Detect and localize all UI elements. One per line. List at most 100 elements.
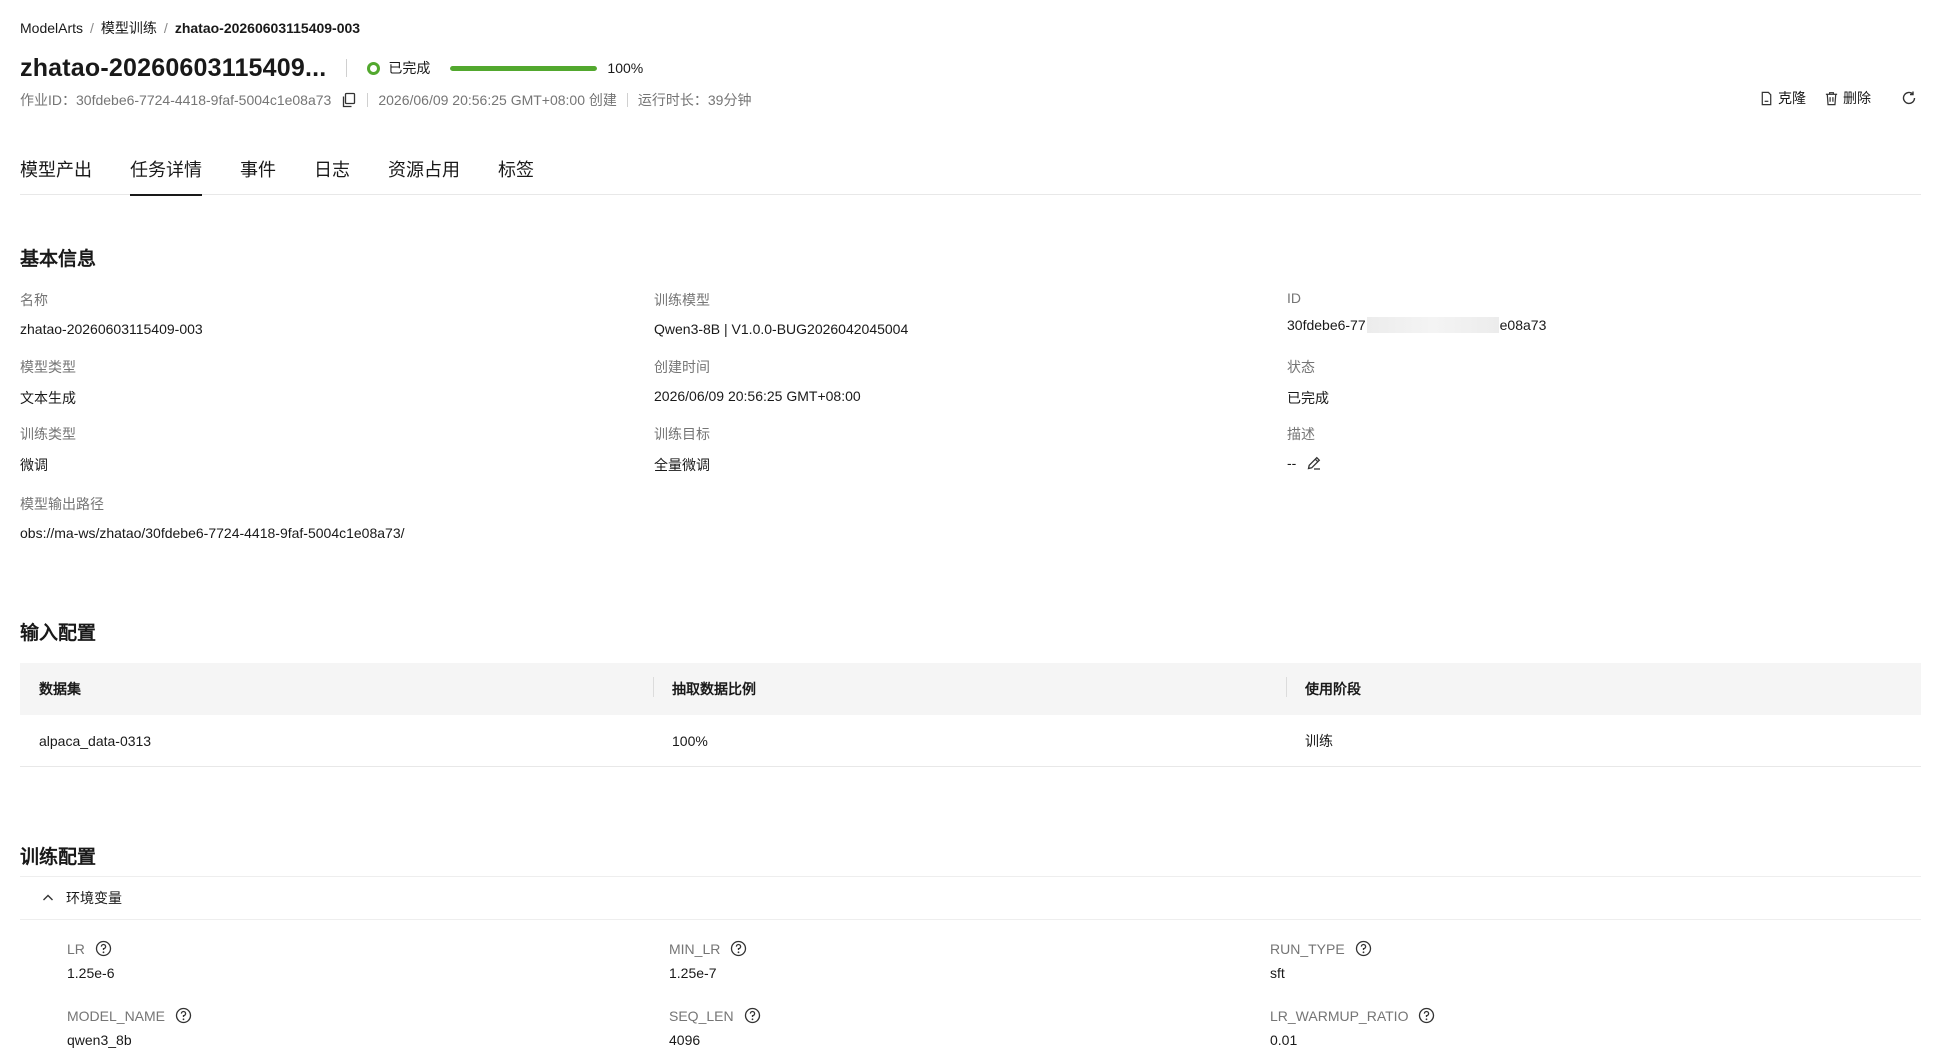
info-label: ID <box>1287 290 1301 306</box>
column-header-sample-ratio: 抽取数据比例 <box>653 677 1286 699</box>
info-item-train-type: 训练类型 微调 <box>20 424 620 475</box>
breadcrumb-separator: / <box>90 20 94 36</box>
header-actions: 克隆 删除 <box>1741 88 1921 108</box>
refresh-icon <box>1902 91 1916 105</box>
info-item-status: 状态 已完成 <box>1287 357 1887 408</box>
env-value: 1.25e-7 <box>669 965 717 981</box>
breadcrumb-separator: / <box>163 20 168 36</box>
description-text: -- <box>1287 455 1297 471</box>
env-label: MIN_LR <box>669 940 747 957</box>
info-value: Qwen3-8B | V1.0.0-BUG2026042045004 <box>654 321 909 337</box>
table-cell-sample-ratio: 100% <box>672 732 708 749</box>
help-icon[interactable] <box>1355 940 1372 957</box>
table-cell-dataset: alpaca_data-0313 <box>39 732 152 749</box>
env-var-min-lr: MIN_LR 1.25e-7 <box>669 940 747 981</box>
info-value-id: 30fdebe6-77 e08a73 <box>1287 317 1887 333</box>
status-indicator: 已完成 <box>367 58 430 78</box>
refresh-button[interactable] <box>1901 90 1921 106</box>
info-item-model-type: 模型类型 文本生成 <box>20 357 620 408</box>
env-label: RUN_TYPE <box>1270 940 1372 957</box>
meta-divider <box>626 93 628 107</box>
help-icon[interactable] <box>730 940 747 957</box>
env-var-seq-len: SEQ_LEN 4096 <box>669 1007 761 1048</box>
info-item-output-path: 模型输出路径 obs://ma-ws/zhatao/30fdebe6-7724-… <box>20 494 920 541</box>
env-label: LR <box>67 940 114 957</box>
info-label: 模型类型 <box>20 359 76 375</box>
env-value: 4096 <box>669 1032 701 1048</box>
input-config-title: 输入配置 <box>20 623 97 644</box>
column-header-stage: 使用阶段 <box>1286 677 1919 699</box>
job-meta: 作业ID：30fdebe6-7724-4418-9faf-5004c1e08a7… <box>20 90 751 110</box>
env-label-text: LR <box>67 940 85 957</box>
progress-bar <box>450 65 598 71</box>
help-icon[interactable] <box>95 940 112 957</box>
info-label: 状态 <box>1287 359 1315 375</box>
clone-label: 克隆 <box>1778 90 1806 106</box>
env-var-run-type: RUN_TYPE sft <box>1270 940 1372 981</box>
env-vars-collapse-toggle[interactable]: 环境变量 <box>20 876 1921 920</box>
breadcrumb: ModelArts / 模型训练 / zhatao-20260603115409… <box>20 18 360 38</box>
id-suffix: e08a73 <box>1499 317 1547 333</box>
column-header-dataset: 数据集 <box>39 681 81 697</box>
info-value: 已完成 <box>1287 390 1329 406</box>
info-item-name: 名称 zhatao-20260603115409-003 <box>20 290 620 337</box>
tab-logs[interactable]: 日志 <box>314 152 350 195</box>
progress-bar-fill <box>450 65 598 71</box>
info-label: 训练类型 <box>20 426 76 442</box>
info-value: zhatao-20260603115409-003 <box>20 321 203 337</box>
id-prefix: 30fdebe6-77 <box>1287 317 1366 333</box>
job-id-text: 作业ID：30fdebe6-7724-4418-9faf-5004c1e08a7… <box>20 92 332 108</box>
edit-icon[interactable] <box>1306 455 1322 471</box>
tab-tags[interactable]: 标签 <box>498 152 534 195</box>
help-icon[interactable] <box>175 1007 192 1024</box>
info-item-train-goal: 训练目标 全量微调 <box>654 424 1254 475</box>
env-label: SEQ_LEN <box>669 1007 761 1024</box>
info-value: obs://ma-ws/zhatao/30fdebe6-7724-4418-9f… <box>20 525 405 541</box>
breadcrumb-link-training[interactable]: 模型训练 <box>101 18 157 38</box>
tab-model-output[interactable]: 模型产出 <box>20 152 92 195</box>
info-item-description: 描述 -- <box>1287 424 1887 471</box>
table-cell-stage: 训练 <box>1305 732 1333 749</box>
basic-info-title: 基本信息 <box>20 249 97 270</box>
created-text: 2026/06/09 20:56:25 GMT+08:00 创建 <box>378 92 617 108</box>
tab-task-details[interactable]: 任务详情 <box>130 152 202 196</box>
env-value: sft <box>1270 965 1285 981</box>
progress-text: 100% <box>607 60 644 76</box>
status-label: 已完成 <box>388 60 431 76</box>
info-item-train-model: 训练模型 Qwen3-8B | V1.0.0-BUG2026042045004 <box>654 290 1254 337</box>
env-value: 1.25e-6 <box>67 965 115 981</box>
copy-icon[interactable] <box>341 92 357 108</box>
env-label-text: LR_WARMUP_RATIO <box>1270 1007 1409 1024</box>
help-icon[interactable] <box>1418 1007 1435 1024</box>
env-label-text: MODEL_NAME <box>67 1007 166 1024</box>
env-label-text: MIN_LR <box>669 940 721 957</box>
env-var-lr-warmup-ratio: LR_WARMUP_RATIO 0.01 <box>1270 1007 1435 1048</box>
breadcrumb-link-modelarts[interactable]: ModelArts <box>20 20 83 36</box>
info-label: 描述 <box>1287 426 1315 442</box>
meta-divider <box>367 93 369 107</box>
tab-events[interactable]: 事件 <box>240 152 276 195</box>
delete-label: 删除 <box>1843 90 1871 106</box>
info-item-created: 创建时间 2026/06/09 20:56:25 GMT+08:00 <box>654 357 1254 404</box>
env-vars-header-label: 环境变量 <box>66 890 122 906</box>
help-icon[interactable] <box>744 1007 761 1024</box>
info-value: 2026/06/09 20:56:25 GMT+08:00 <box>654 388 861 404</box>
env-var-model-name: MODEL_NAME qwen3_8b <box>67 1007 192 1048</box>
env-value: 0.01 <box>1270 1032 1298 1048</box>
env-label-text: RUN_TYPE <box>1270 940 1345 957</box>
info-item-id: ID 30fdebe6-77 e08a73 <box>1287 290 1887 333</box>
env-label: LR_WARMUP_RATIO <box>1270 1007 1435 1024</box>
env-value: qwen3_8b <box>67 1032 132 1048</box>
status-dot-icon <box>367 61 381 75</box>
info-label: 名称 <box>20 292 48 308</box>
info-label: 创建时间 <box>654 359 710 375</box>
delete-button[interactable]: 删除 <box>1824 88 1871 108</box>
table-row: alpaca_data-0313 100% 训练 <box>20 715 1921 767</box>
runtime-text: 运行时长：39分钟 <box>637 92 752 108</box>
info-value: 文本生成 <box>20 390 76 406</box>
tab-resource-usage[interactable]: 资源占用 <box>388 152 460 195</box>
tab-bar: 模型产出 任务详情 事件 日志 资源占用 标签 <box>20 152 1921 196</box>
env-var-lr: LR 1.25e-6 <box>67 940 115 982</box>
clone-button[interactable]: 克隆 <box>1759 88 1806 108</box>
title-divider <box>346 59 348 77</box>
